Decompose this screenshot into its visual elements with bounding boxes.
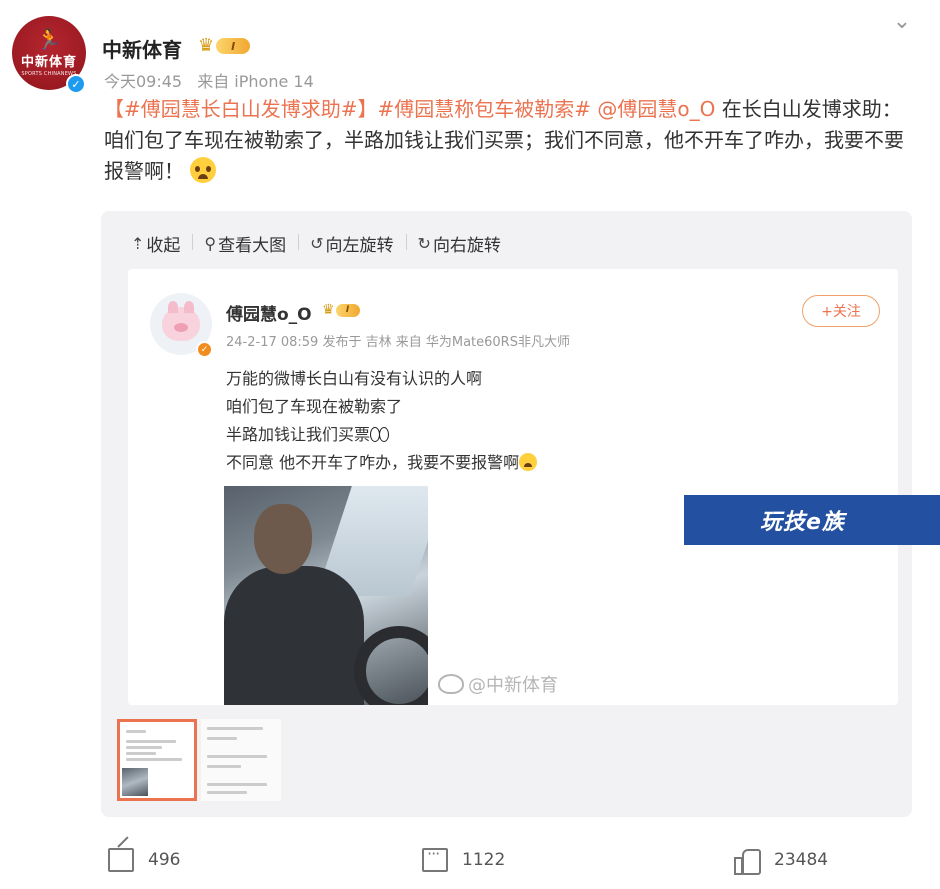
- watermark-text: @中新体育: [468, 675, 558, 696]
- post-actions: 496 1122 23484: [0, 844, 940, 880]
- runner-logo-icon: 🏃: [36, 27, 62, 51]
- post-time[interactable]: 今天09:45: [104, 72, 182, 91]
- original-post-line: 万能的微博长白山有没有认识的人啊: [226, 369, 483, 388]
- post-image[interactable]: ✓ 傅园慧o_O ♛ I 24-2-17 08:59 发布于 吉林 来自 华为M…: [128, 269, 898, 705]
- image-toolbar: ⇡ 收起 ⚲ 查看大图 ↺ 向左旋转 ↻ 向右旋转: [131, 231, 513, 256]
- magnifier-icon: ⚲: [204, 233, 217, 253]
- crying-emoji-icon: [519, 453, 538, 471]
- original-author-name: 傅园慧o_O: [226, 305, 312, 325]
- orange-verified-icon: ✓: [196, 341, 213, 358]
- author-name[interactable]: 中新体育: [102, 34, 182, 63]
- crown-icon: ♛: [198, 35, 215, 56]
- original-post-line: 咱们包了车现在被勒索了: [226, 397, 403, 416]
- thumbnail-2[interactable]: [201, 719, 281, 801]
- collapse-button[interactable]: ⇡ 收起: [131, 231, 192, 256]
- like-button[interactable]: 23484: [734, 848, 829, 875]
- comment-icon: [422, 844, 448, 872]
- rotate-left-icon: ↺: [310, 233, 324, 253]
- rotate-right-label: 向右旋转: [432, 235, 501, 256]
- original-post-line: 半路加钱让我们买票: [226, 425, 371, 444]
- rotate-right-button[interactable]: ↻ 向右旋转: [405, 231, 513, 256]
- post-source: 来自 iPhone 14: [197, 72, 314, 91]
- post-text: 【#傅园慧长白山发博求助#】#傅园慧称包车被勒索# @傅园慧o_O 在长白山发博…: [104, 94, 904, 187]
- rotate-left-label: 向左旋转: [325, 235, 394, 256]
- more-options-chevron-icon[interactable]: ⌄: [890, 11, 914, 33]
- original-post-text: 万能的微博长白山有没有认识的人啊 咱们包了车现在被勒索了 半路加钱让我们买票 不…: [226, 365, 538, 477]
- comment-button[interactable]: 1122: [422, 844, 506, 872]
- original-vip-level: I: [335, 303, 360, 317]
- comment-count: 1122: [462, 850, 506, 870]
- weibo-logo-icon: [438, 674, 464, 694]
- original-vip-badge: ♛ I: [322, 303, 360, 317]
- original-post-line: 不同意 他不开车了咋办，我要不要报警啊: [226, 453, 520, 472]
- share-count: 496: [148, 850, 181, 870]
- collapse-arrow-icon: ⇡: [131, 233, 145, 253]
- view-large-button[interactable]: ⚲ 查看大图: [192, 231, 298, 256]
- original-post-meta: 24-2-17 08:59 发布于 吉林 来自 华为Mate60RS非凡大师: [226, 335, 570, 350]
- share-button[interactable]: 496: [108, 848, 180, 872]
- hashtag-link[interactable]: #傅园慧称包车被勒索#: [378, 97, 592, 121]
- vip-level: I: [216, 38, 251, 54]
- car-driver-photo: [224, 486, 428, 705]
- rotate-left-button[interactable]: ↺ 向左旋转: [298, 231, 405, 256]
- share-icon: [108, 848, 134, 872]
- channel-sticker: 玩技e族: [684, 495, 940, 545]
- thumbs-up-icon: [734, 848, 761, 875]
- like-count: 23484: [774, 850, 829, 870]
- hashtag-link[interactable]: 【#傅园慧长白山发博求助#】: [104, 97, 378, 121]
- pig-avatar-icon: [162, 301, 200, 341]
- post-meta: 今天09:45 来自 iPhone 14: [104, 68, 314, 92]
- crying-emoji-icon: [190, 157, 216, 183]
- rotate-right-icon: ↻: [417, 233, 431, 253]
- weibo-post-card: 🏃 中新体育 SPORTS CHINANEWS ✓ 中新体育 ♛ I ⌄ 今天0…: [0, 0, 940, 889]
- verified-badge-icon: ✓: [66, 74, 86, 94]
- watermark: @中新体育: [438, 671, 558, 697]
- thumbnail-1-selected[interactable]: [117, 719, 197, 801]
- view-large-label: 查看大图: [218, 235, 287, 256]
- vip-badge[interactable]: ♛ I: [198, 35, 251, 56]
- avatar-brand-text: 中新体育: [20, 55, 77, 70]
- eyes-emoji-icon: [370, 427, 390, 442]
- crown-icon: ♛: [322, 302, 335, 318]
- follow-button: +关注: [802, 295, 880, 327]
- mention-link[interactable]: @傅园慧o_O: [591, 97, 715, 121]
- collapse-label: 收起: [146, 235, 181, 256]
